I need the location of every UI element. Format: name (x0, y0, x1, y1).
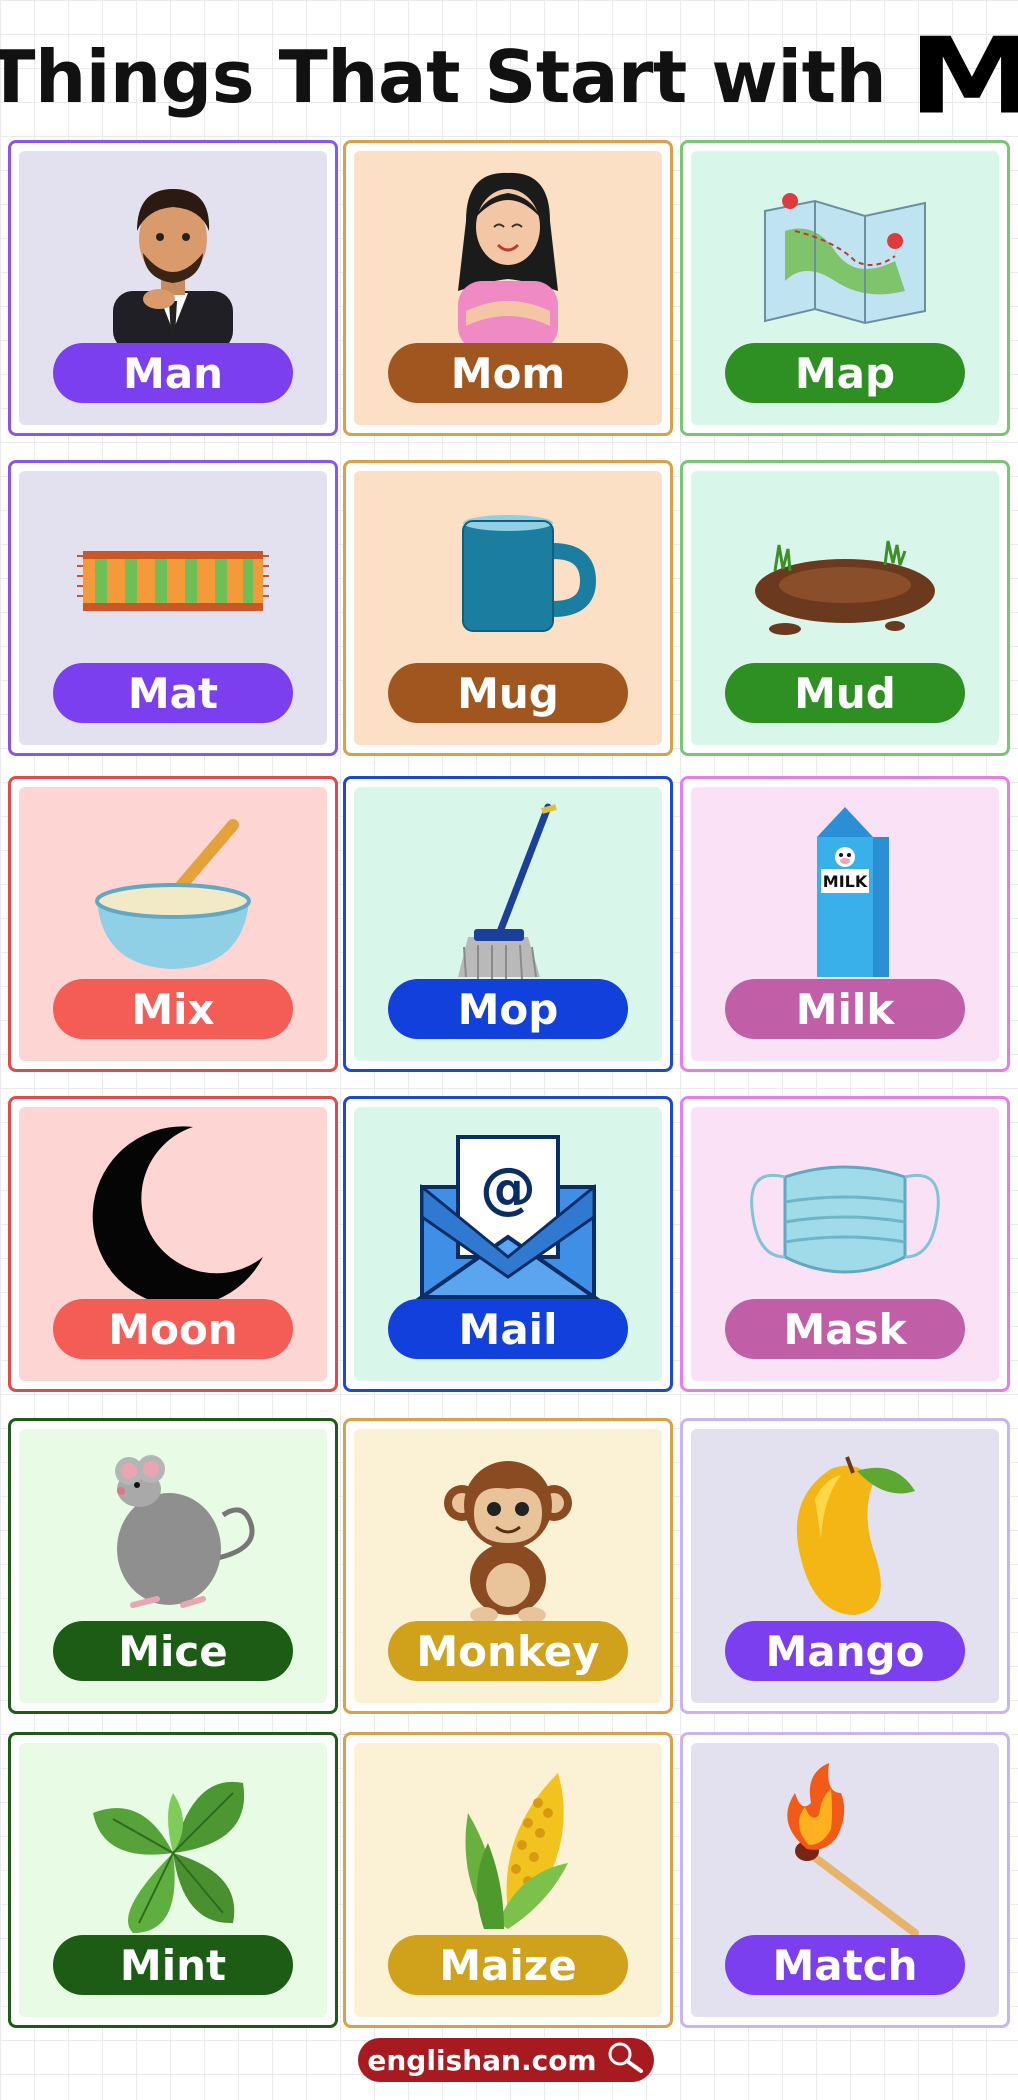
mango-icon (735, 1439, 955, 1629)
card-panel: Mask (691, 1107, 999, 1381)
card-label: Moon (53, 1299, 293, 1359)
card-panel: Moon (19, 1107, 327, 1381)
card-panel: @ Mail (354, 1107, 662, 1381)
card-label: Mint (53, 1935, 293, 1995)
mop-icon (398, 797, 618, 987)
card-panel: Mice (19, 1429, 327, 1703)
card-maize[interactable]: Maize (343, 1732, 673, 2028)
card-label: Mask (725, 1299, 965, 1359)
card-label: Mango (725, 1621, 965, 1681)
mint-icon (63, 1753, 283, 1943)
mom-icon (398, 161, 618, 351)
mail-icon: @ (398, 1117, 618, 1307)
mud-icon (735, 481, 955, 671)
card-mail[interactable]: @ Mail (343, 1096, 673, 1392)
card-label: Mix (53, 979, 293, 1039)
card-panel: Mop (354, 787, 662, 1061)
card-monkey[interactable]: Monkey (343, 1418, 673, 1714)
monkey-icon (398, 1439, 618, 1629)
card-mat[interactable]: Mat (8, 460, 338, 756)
card-panel: Map (691, 151, 999, 425)
footer-badge[interactable]: englishan.com (358, 2038, 654, 2082)
card-panel: Maize (354, 1743, 662, 2017)
page-title: Things That Start with M (0, 22, 1018, 132)
map-icon (735, 161, 955, 351)
card-panel: Mat (19, 471, 327, 745)
card-label: Man (53, 343, 293, 403)
card-panel: Mint (19, 1743, 327, 2017)
card-panel: Monkey (354, 1429, 662, 1703)
card-match[interactable]: Match (680, 1732, 1010, 2028)
card-label: Mop (388, 979, 628, 1039)
card-panel: Mom (354, 151, 662, 425)
card-mix[interactable]: Mix (8, 776, 338, 1072)
svg-text:MILK: MILK (823, 872, 868, 891)
card-label: Mug (388, 663, 628, 723)
card-label: Monkey (388, 1621, 628, 1681)
card-mango[interactable]: Mango (680, 1418, 1010, 1714)
milk-icon: MILK (735, 797, 955, 987)
card-man[interactable]: Man (8, 140, 338, 436)
match-icon (735, 1753, 955, 1943)
card-panel: Match (691, 1743, 999, 2017)
card-label: Mail (388, 1299, 628, 1359)
card-panel: Mix (19, 787, 327, 1061)
card-panel: Mug (354, 471, 662, 745)
maize-icon (398, 1753, 618, 1943)
title-text: Things That Start with (0, 35, 887, 119)
card-panel: MILK Milk (691, 787, 999, 1061)
card-label: Maize (388, 1935, 628, 1995)
card-panel: Mango (691, 1429, 999, 1703)
card-panel: Man (19, 151, 327, 425)
mix-bowl-icon (63, 797, 283, 987)
card-moon[interactable]: Moon (8, 1096, 338, 1392)
card-label: Mat (53, 663, 293, 723)
card-label: Mice (53, 1621, 293, 1681)
card-mice[interactable]: Mice (8, 1418, 338, 1714)
card-label: Mom (388, 343, 628, 403)
title-letter: M (908, 24, 1018, 130)
mug-icon (398, 481, 618, 671)
svg-text:@: @ (480, 1156, 536, 1221)
card-mom[interactable]: Mom (343, 140, 673, 436)
card-milk[interactable]: MILK Milk (680, 776, 1010, 1072)
mask-icon (735, 1117, 955, 1307)
card-mint[interactable]: Mint (8, 1732, 338, 2028)
card-mask[interactable]: Mask (680, 1096, 1010, 1392)
card-label: Map (725, 343, 965, 403)
card-label: Milk (725, 979, 965, 1039)
card-mug[interactable]: Mug (343, 460, 673, 756)
card-label: Mud (725, 663, 965, 723)
card-label: Match (725, 1935, 965, 1995)
card-mud[interactable]: Mud (680, 460, 1010, 756)
moon-icon (63, 1117, 283, 1307)
mat-icon (63, 481, 283, 671)
mouse-icon (63, 1439, 283, 1629)
card-mop[interactable]: Mop (343, 776, 673, 1072)
search-icon (605, 2041, 645, 2080)
card-panel: Mud (691, 471, 999, 745)
footer-site: englishan.com (367, 2043, 597, 2077)
card-map[interactable]: Map (680, 140, 1010, 436)
man-icon (63, 161, 283, 351)
